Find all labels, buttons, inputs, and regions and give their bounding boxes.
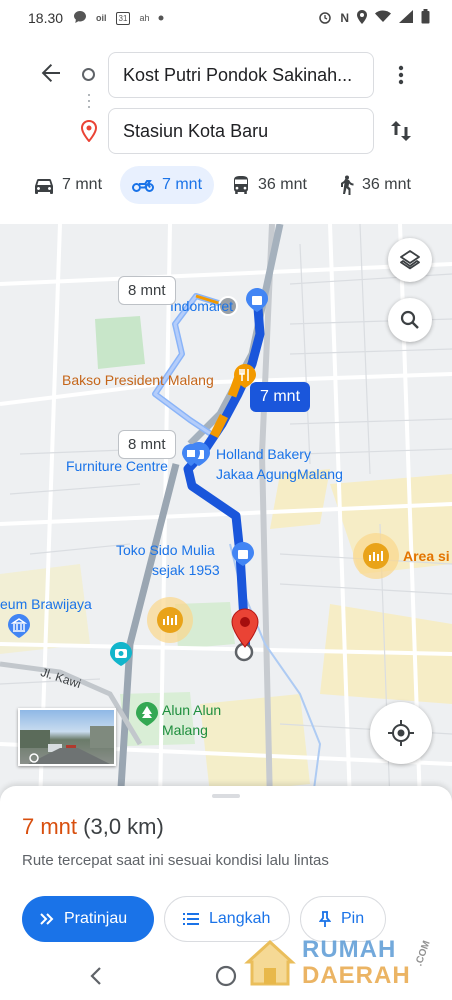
- system-icons: N: [318, 9, 430, 27]
- park-icon[interactable]: [136, 702, 158, 726]
- drag-handle[interactable]: [212, 794, 240, 798]
- back-button[interactable]: [36, 58, 66, 88]
- location-icon: [357, 9, 367, 27]
- shopping-area-icon[interactable]: [146, 596, 194, 644]
- tab-car[interactable]: 7 mnt: [22, 166, 114, 204]
- poi-label-bakso: Bakso President Malang: [62, 372, 214, 388]
- layers-icon: [400, 250, 420, 270]
- poi-label-alun: Alun Alun: [162, 702, 222, 718]
- eta-distance: (3,0 km): [83, 814, 164, 839]
- destination-input[interactable]: Stasiun Kota Baru: [108, 108, 374, 154]
- list-icon: [183, 913, 199, 925]
- tab-car-label: 7 mnt: [62, 176, 103, 193]
- alarm-icon: [318, 10, 332, 27]
- museum-icon[interactable]: [8, 614, 30, 638]
- destination-pin-icon: [80, 119, 98, 143]
- travel-mode-tabs: 7 mnt 7 mnt 36 mnt 36 mnt: [0, 166, 452, 206]
- chat-icon: [73, 10, 87, 27]
- tab-transit-label: 36 mnt: [258, 176, 307, 193]
- map-view[interactable]: Indomaret Bakso President Malang Holland…: [0, 224, 452, 804]
- camera-icon[interactable]: [110, 642, 132, 666]
- wifi-icon: [375, 10, 391, 26]
- directions-header: Kost Putri Pondok Sakinah... Stasiun Kot…: [0, 36, 452, 224]
- swap-route-button[interactable]: [386, 116, 416, 146]
- oil-icon: oil: [96, 13, 107, 23]
- tab-transit[interactable]: 36 mnt: [220, 166, 319, 204]
- status-bar: 18.30 oil 31 ah N: [0, 0, 452, 36]
- my-location-button[interactable]: [370, 702, 432, 764]
- layers-button[interactable]: [388, 238, 432, 282]
- more-options-button[interactable]: [390, 60, 412, 90]
- poi-label-area: Area si: [403, 548, 450, 564]
- poi-label-toko: Toko Sido Mulia: [116, 542, 215, 558]
- main-route-time[interactable]: 7 mnt: [250, 382, 311, 412]
- crosshair-icon: [388, 720, 414, 746]
- watermark-logo: RUMAH DAERAH .COM: [244, 932, 444, 994]
- swap-vert-icon: [391, 121, 411, 141]
- tab-walk[interactable]: 36 mnt: [326, 166, 423, 204]
- nav-home-button[interactable]: [206, 958, 246, 994]
- watermark-line2: DAERAH: [302, 962, 411, 989]
- calendar-icon: 31: [115, 11, 131, 25]
- signal-icon: [399, 10, 413, 26]
- street-view-thumbnail[interactable]: [18, 708, 116, 766]
- battery-icon: [421, 9, 430, 27]
- motorcycle-icon: [132, 180, 154, 192]
- furniture-store-icon[interactable]: [182, 444, 200, 466]
- shopping-area-icon[interactable]: [352, 532, 400, 580]
- nfc-icon: N: [340, 11, 349, 25]
- notification-icons: oil 31 ah: [73, 10, 164, 27]
- poi-label-indomaret: Indomaret: [170, 298, 234, 314]
- store-icon[interactable]: [232, 542, 254, 566]
- poi-label-holland: Holland Bakery: [216, 446, 311, 462]
- eta-duration: 7 mnt: [22, 814, 78, 839]
- tab-walk-label: 36 mnt: [362, 176, 411, 193]
- status-time: 18.30: [28, 10, 64, 26]
- origin-dot-icon: [82, 68, 95, 81]
- preview-button[interactable]: Pratinjau: [22, 896, 154, 942]
- steps-button-label: Langkah: [209, 910, 271, 927]
- alt-route-time-1[interactable]: 8 mnt: [118, 276, 176, 305]
- double-chevron-icon: [40, 913, 54, 925]
- walk-icon: [341, 175, 354, 195]
- pin-icon: [319, 911, 331, 927]
- route-dots-icon: [88, 106, 90, 108]
- tab-motorcycle-label: 7 mnt: [162, 176, 203, 193]
- route-description: Rute tercepat saat ini sesuai kondisi la…: [22, 852, 329, 869]
- alt-route-time-2[interactable]: 8 mnt: [118, 430, 176, 459]
- search-along-route-button[interactable]: [388, 298, 432, 342]
- destination-marker-icon[interactable]: [230, 608, 260, 648]
- poi-label-toko-year: sejak 1953: [152, 562, 220, 578]
- nav-back-button[interactable]: [80, 958, 120, 994]
- route-eta: 7 mnt (3,0 km): [22, 814, 164, 840]
- shopping-bag-icon[interactable]: [246, 288, 268, 312]
- route-dots-icon: [88, 100, 90, 102]
- poi-label-alun-city: Malang: [162, 722, 208, 738]
- ah-icon: ah: [139, 13, 150, 23]
- pin-button-label: Pin: [341, 910, 365, 927]
- more-vert-icon: [398, 65, 404, 85]
- arrow-left-icon: [41, 64, 60, 82]
- poi-label-jakaa: Jakaa AgungMalang: [216, 466, 343, 482]
- watermark-line1: RUMAH: [302, 936, 397, 963]
- poi-label-furniture: Furniture Centre: [66, 458, 168, 474]
- street-view-image: [20, 726, 114, 764]
- poi-label-museum: eum Brawijaya: [0, 596, 92, 612]
- dot-icon: [158, 13, 164, 24]
- preview-button-label: Pratinjau: [64, 910, 128, 927]
- tab-motorcycle[interactable]: 7 mnt: [120, 166, 214, 204]
- origin-input[interactable]: Kost Putri Pondok Sakinah...: [108, 52, 374, 98]
- car-icon: [35, 179, 53, 194]
- route-dots-icon: [88, 94, 90, 96]
- transit-icon: [234, 176, 248, 194]
- search-icon: [400, 310, 419, 329]
